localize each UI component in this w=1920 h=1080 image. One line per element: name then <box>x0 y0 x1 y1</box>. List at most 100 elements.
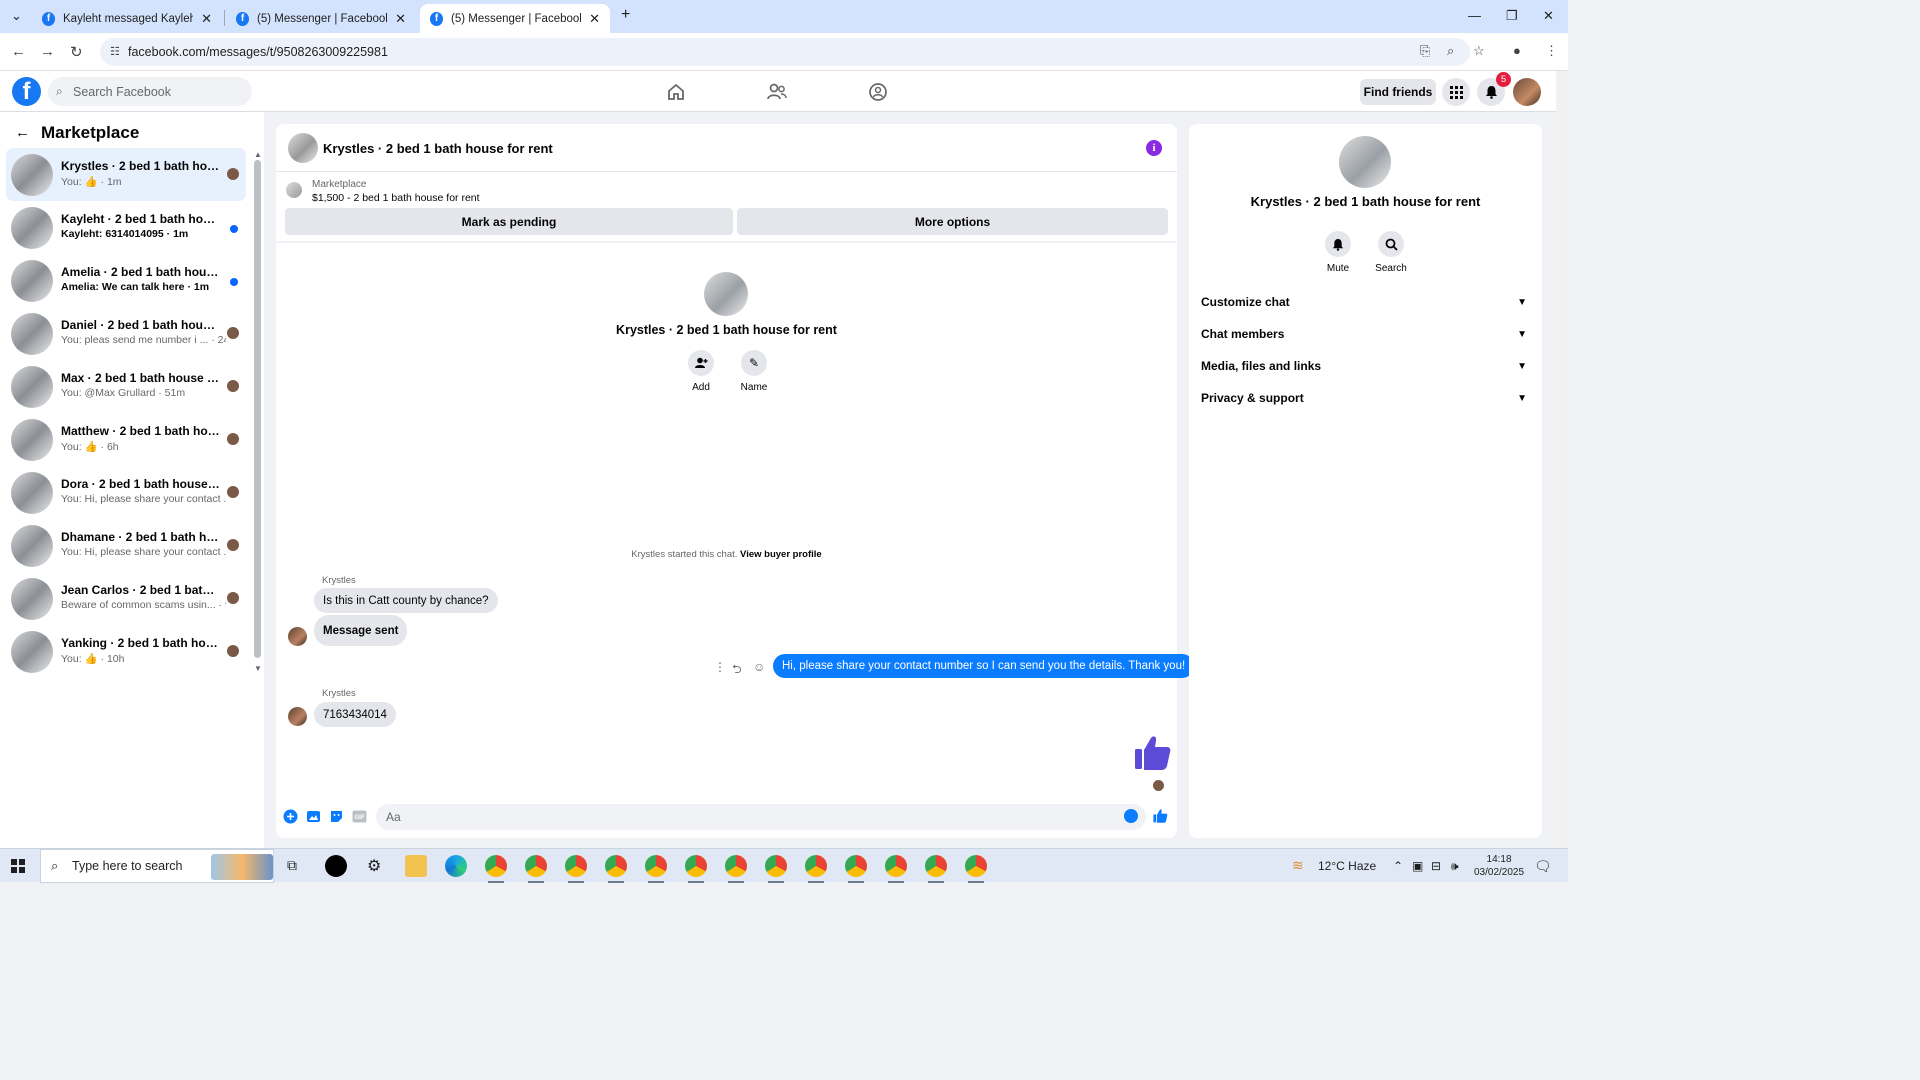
chat-title[interactable]: Krystles · 2 bed 1 bath house for rent <box>323 141 553 156</box>
reload-icon[interactable]: ↻ <box>70 43 83 61</box>
install-app-icon[interactable]: ⎘ <box>1420 43 1430 59</box>
network-icon[interactable]: ⊟ <box>1431 859 1441 873</box>
volume-icon[interactable]: 🕪 <box>1451 859 1459 874</box>
home-icon[interactable] <box>665 81 687 103</box>
groups-icon[interactable] <box>867 81 889 103</box>
chrome-profile-icon[interactable] <box>845 855 867 883</box>
zoom-icon[interactable]: ⌕ <box>1447 43 1454 59</box>
bookmark-star-icon[interactable]: ☆ <box>1473 43 1485 59</box>
listing-title[interactable]: $1,500 - 2 bed 1 bath house for rent <box>312 192 480 204</box>
chrome-profile-icon[interactable] <box>565 855 587 883</box>
show-hidden-icons-chevron[interactable]: ⌃ <box>1393 859 1403 873</box>
new-tab-button[interactable]: + <box>621 6 630 24</box>
sender-avatar[interactable] <box>288 707 307 726</box>
photo-icon[interactable] <box>306 809 321 824</box>
browser-tab-1[interactable]: f Kayleht messaged Kayleht · 2 b ✕ <box>32 4 222 33</box>
profile-icon[interactable]: ● <box>1513 43 1521 58</box>
emoji-icon[interactable] <box>1124 809 1138 823</box>
conversation-item[interactable]: Yanking · 2 bed 1 bath house ... You: 👍 ·… <box>6 625 246 678</box>
sender-avatar[interactable] <box>288 627 307 646</box>
search-in-chat-button[interactable]: Search <box>1366 231 1416 274</box>
send-like-icon[interactable] <box>1153 808 1168 823</box>
menu-grid-icon[interactable] <box>1442 78 1470 106</box>
incoming-message[interactable]: Message sent <box>314 615 408 646</box>
chrome-profile-icon[interactable] <box>725 855 747 883</box>
reply-icon[interactable]: ⮌ <box>732 660 742 681</box>
name-chat-button[interactable]: ✎ Name <box>729 350 779 393</box>
settings-gear-icon[interactable]: ⚙ <box>367 856 381 876</box>
minimize-icon[interactable]: — <box>1468 8 1481 23</box>
conversation-item[interactable]: Krystles · 2 bed 1 bath house ... You: 👍 … <box>6 148 246 201</box>
conversation-item[interactable]: Matthew · 2 bed 1 bath hous... You: 👍 · 6… <box>6 413 246 466</box>
tiktok-icon[interactable] <box>325 855 347 877</box>
incoming-message[interactable]: 7163434014 <box>314 702 396 727</box>
facebook-search-input[interactable]: ⌕ Search Facebook <box>48 77 252 106</box>
account-avatar[interactable] <box>1513 78 1541 106</box>
add-people-button[interactable]: Add <box>676 350 726 393</box>
incoming-message[interactable]: Is this in Catt county by chance? <box>314 588 498 613</box>
site-info-icon[interactable]: ☷ <box>110 45 120 58</box>
close-tab-icon[interactable]: ✕ <box>201 11 212 27</box>
list-scroll-thumb[interactable] <box>254 160 261 658</box>
plus-circle-icon[interactable] <box>283 809 298 824</box>
back-arrow-icon[interactable]: ← <box>15 124 30 141</box>
privacy-support-section[interactable]: Privacy & support ▼ <box>1201 387 1531 409</box>
info-icon[interactable]: i <box>1146 140 1162 156</box>
scroll-up-icon[interactable]: ▲ <box>254 150 262 159</box>
tab-list-chevron-icon[interactable]: ⌄ <box>11 8 22 24</box>
chrome-profile-icon[interactable] <box>965 855 987 883</box>
conversation-item[interactable]: Max · 2 bed 1 bath house for rent You: @M… <box>6 360 246 413</box>
weather-text[interactable]: 12°C Haze <box>1318 859 1376 873</box>
conversation-item[interactable]: Daniel · 2 bed 1 bath house f... You: ple… <box>6 307 246 360</box>
chrome-profile-icon[interactable] <box>765 855 787 883</box>
chrome-profile-icon[interactable] <box>645 855 667 883</box>
weather-haze-icon[interactable]: ≋ <box>1292 857 1304 874</box>
gif-icon[interactable]: GIF <box>352 809 367 824</box>
chrome-profile-icon[interactable] <box>805 855 827 883</box>
chrome-profile-icon[interactable] <box>885 855 907 883</box>
customize-chat-section[interactable]: Customize chat ▼ <box>1201 291 1531 313</box>
close-tab-icon[interactable]: ✕ <box>589 11 600 27</box>
edge-browser-icon[interactable] <box>445 855 467 877</box>
close-tab-icon[interactable]: ✕ <box>395 11 406 27</box>
react-emoji-icon[interactable]: ☺ <box>753 660 765 674</box>
chrome-profile-icon[interactable] <box>485 855 507 883</box>
find-friends-button[interactable]: Find friends <box>1360 79 1436 105</box>
listing-mini-thumbnail[interactable] <box>286 182 302 198</box>
windows-start-icon[interactable] <box>11 859 25 873</box>
meet-now-icon[interactable]: ▣ <box>1412 859 1423 873</box>
conversation-item[interactable]: Dhamane · 2 bed 1 bath house f... You: Hi… <box>6 519 246 572</box>
browser-tab-2[interactable]: f (5) Messenger | Facebook ✕ <box>226 4 416 33</box>
menu-kebab-icon[interactable]: ⋮ <box>1545 43 1558 59</box>
chrome-profile-icon[interactable] <box>525 855 547 883</box>
chat-members-section[interactable]: Chat members ▼ <box>1201 323 1531 345</box>
friends-icon[interactable] <box>766 81 788 103</box>
conversation-item[interactable]: Amelia · 2 bed 1 bath house f... Amelia: … <box>6 254 246 307</box>
restore-icon[interactable]: ❐ <box>1506 8 1518 24</box>
conversation-item[interactable]: Kayleht · 2 bed 1 bath house f... Kayleht… <box>6 201 246 254</box>
system-clock[interactable]: 14:18 03/02/2025 <box>1474 853 1524 879</box>
listing-thumbnail[interactable] <box>288 133 318 163</box>
mark-as-pending-button[interactable]: Mark as pending <box>285 208 733 235</box>
task-view-icon[interactable]: ⧉ <box>287 857 297 874</box>
notifications-center-icon[interactable]: 🗨 <box>1534 858 1552 875</box>
page-scrollbar[interactable] <box>1556 71 1568 848</box>
chrome-profile-icon[interactable] <box>685 855 707 883</box>
outgoing-message[interactable]: Hi, please share your contact number so … <box>773 654 1195 678</box>
conversation-item[interactable]: Dora · 2 bed 1 bath house for rent You: H… <box>6 466 246 519</box>
view-buyer-profile-link[interactable]: View buyer profile <box>740 549 822 560</box>
media-files-links-section[interactable]: Media, files and links ▼ <box>1201 355 1531 377</box>
facebook-logo-icon[interactable]: f <box>12 77 41 106</box>
thumbs-up-sticker-icon[interactable] <box>1134 734 1172 775</box>
forward-icon[interactable]: → <box>40 43 55 60</box>
chrome-profile-icon[interactable] <box>605 855 627 883</box>
url-field[interactable]: ☷ facebook.com/messages/t/95082630092259… <box>100 38 1470 66</box>
file-explorer-icon[interactable] <box>405 855 427 877</box>
message-input[interactable]: Aa <box>376 804 1146 830</box>
chrome-profile-icon[interactable] <box>925 855 947 883</box>
taskbar-search-box[interactable]: ⌕ Type here to search <box>40 849 274 883</box>
scroll-down-icon[interactable]: ▼ <box>254 664 262 673</box>
mute-button[interactable]: Mute <box>1313 231 1363 274</box>
back-icon[interactable]: ← <box>11 43 26 60</box>
more-options-button[interactable]: More options <box>737 208 1168 235</box>
